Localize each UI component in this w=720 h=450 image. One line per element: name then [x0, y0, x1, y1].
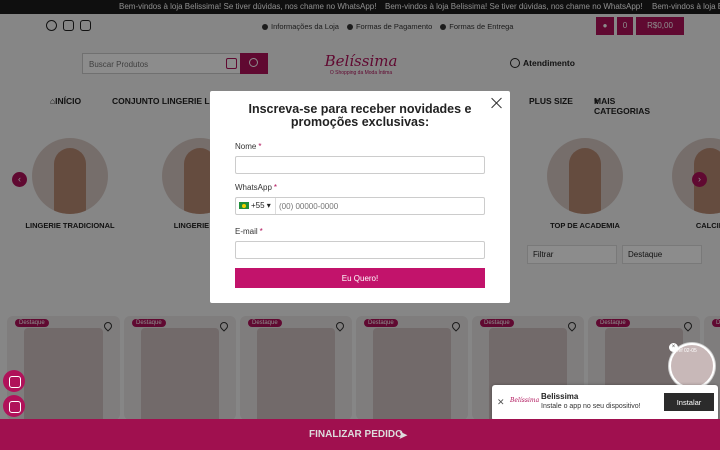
- name-field[interactable]: [235, 156, 485, 174]
- brazil-flag-icon: [239, 202, 249, 209]
- country-code-select[interactable]: +55 ▾: [236, 198, 276, 214]
- name-label: Nome *: [235, 142, 262, 151]
- video-button[interactable]: [3, 395, 25, 417]
- app-logo: Belíssima: [510, 397, 540, 404]
- email-field[interactable]: [235, 241, 485, 259]
- close-icon[interactable]: ✕: [497, 397, 505, 408]
- checkout-bar[interactable]: FINALIZAR PEDIDO ➤: [0, 419, 720, 450]
- whatsapp-field: +55 ▾: [235, 197, 485, 215]
- email-label: E-mail *: [235, 227, 263, 236]
- checkout-label: FINALIZAR PEDIDO: [309, 429, 403, 440]
- toast-title: Belissima: [541, 392, 579, 401]
- phone-input[interactable]: [279, 198, 479, 214]
- close-icon[interactable]: [491, 97, 503, 109]
- install-app-toast: ✕ Belíssima Belissima Instale o app no s…: [492, 385, 718, 421]
- send-arrow-icon: ➤: [398, 428, 409, 442]
- notification-bell-button[interactable]: [3, 370, 25, 392]
- close-icon[interactable]: ×: [669, 343, 678, 352]
- story-bubble[interactable]: #ref 02-05 ×: [669, 343, 715, 389]
- newsletter-modal: Inscreva-se para receber novidades e pro…: [210, 91, 510, 303]
- submit-button[interactable]: Eu Quero!: [235, 268, 485, 288]
- modal-title: Inscreva-se para receber novidades e pro…: [248, 102, 472, 129]
- toast-subtitle: Instale o app no seu dispositivo!: [541, 403, 641, 410]
- install-button[interactable]: Instalar: [664, 393, 714, 411]
- whatsapp-label: WhatsApp *: [235, 183, 278, 192]
